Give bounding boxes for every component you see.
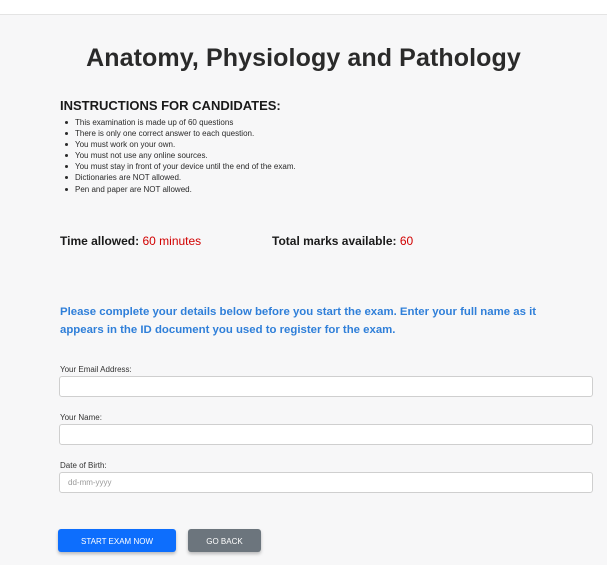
time-allowed: Time allowed: 60 minutes: [60, 234, 201, 248]
details-notice: Please complete your details below befor…: [60, 306, 537, 336]
dob-field[interactable]: [59, 472, 593, 493]
exam-intro-page: Anatomy, Physiology and Pathology INSTRU…: [0, 0, 607, 565]
time-allowed-label: Time allowed:: [60, 234, 140, 248]
instruction-item: Pen and paper are NOT allowed.: [62, 184, 296, 195]
page-title: Anatomy, Physiology and Pathology: [86, 44, 521, 72]
name-label: Your Name:: [60, 413, 102, 422]
time-allowed-value: 60 minutes: [142, 234, 202, 248]
total-marks: Total marks available: 60: [272, 234, 413, 248]
name-field[interactable]: [59, 424, 593, 445]
email-label: Your Email Address:: [60, 365, 132, 374]
instruction-item: You must stay in front of your device un…: [62, 161, 296, 172]
top-bar: [0, 0, 607, 15]
instruction-item: Dictionaries are NOT allowed.: [62, 172, 296, 183]
instruction-item: You must not use any online sources.: [62, 150, 296, 161]
total-marks-label: Total marks available:: [272, 234, 397, 248]
go-back-button[interactable]: GO BACK: [188, 529, 261, 552]
instruction-item: There is only one correct answer to each…: [62, 128, 296, 139]
instructions-list: This examination is made up of 60 questi…: [62, 117, 296, 195]
exam-meta: Time allowed: 60 minutes Total marks ava…: [60, 234, 413, 248]
instruction-item: You must work on your own.: [62, 139, 296, 150]
dob-label: Date of Birth:: [60, 461, 107, 470]
email-field[interactable]: [59, 376, 593, 397]
instruction-item: This examination is made up of 60 questi…: [62, 117, 296, 128]
instructions-heading: INSTRUCTIONS FOR CANDIDATES:: [60, 98, 281, 113]
start-exam-button[interactable]: START EXAM NOW: [58, 529, 176, 552]
total-marks-value: 60: [399, 234, 414, 248]
